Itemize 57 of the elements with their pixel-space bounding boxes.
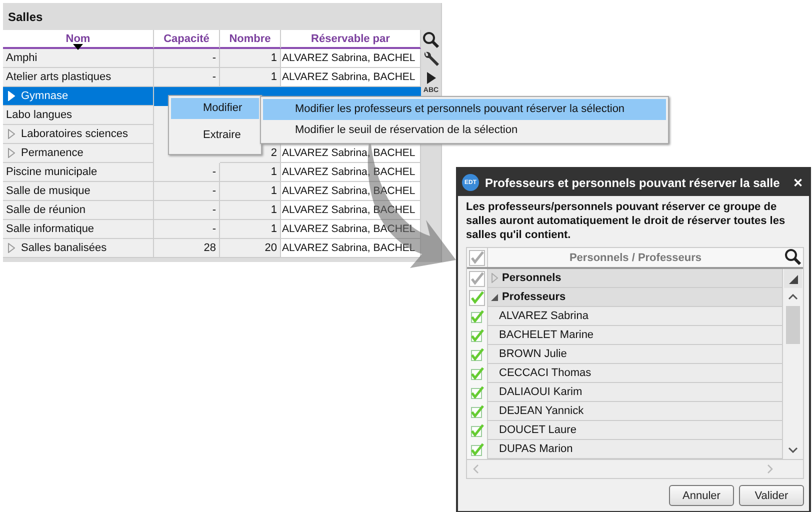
person-cell[interactable]: CECCACI Thomas [488, 364, 782, 383]
panel-title: Salles [8, 10, 43, 24]
menu-item[interactable]: Modifier les professeurs et personnels pouvant réserver la sélection [263, 99, 666, 120]
menu-item[interactable]: Modifier le seuil de réservation de la sélection [263, 120, 666, 141]
person-cell[interactable]: ALVAREZ Sabrina [488, 307, 782, 326]
column-header[interactable]: Nom [3, 30, 154, 49]
room-name-cell[interactable]: Piscine municipale [3, 163, 154, 182]
capacity-cell: 28 [154, 239, 220, 258]
count-cell: 20 [220, 239, 281, 258]
capacity-cell: - [154, 49, 220, 68]
room-name-cell[interactable]: Permanence [3, 144, 154, 163]
capacity-cell: - [154, 201, 220, 220]
column-header[interactable]: Personnels / Professeurs [488, 248, 783, 267]
room-name-cell[interactable]: Salle de réunion [3, 201, 154, 220]
dialog-button[interactable]: Valider [739, 485, 804, 506]
person-cell[interactable]: BACHELET Marine [488, 326, 782, 345]
room-name-cell[interactable]: Atelier arts plastiques [3, 68, 154, 87]
group-row[interactable]: Personnels [488, 269, 782, 288]
person-cell[interactable]: DALIAOUI Karim [488, 383, 782, 402]
room-name-cell[interactable]: Salle informatique [3, 220, 154, 239]
reservable-cell: ALVAREZ Sabrina, BACHEL [281, 144, 421, 163]
column-header[interactable]: Réservable par [281, 30, 421, 49]
menu-item[interactable]: Extraire [171, 125, 259, 146]
room-name-cell[interactable]: Labo langues [3, 106, 154, 125]
person-cell[interactable]: DOUCET Laure [488, 421, 782, 440]
count-cell: 1 [220, 163, 281, 182]
room-name-cell[interactable]: Amphi [3, 49, 154, 68]
room-name-cell[interactable]: Laboratoires sciences [3, 125, 154, 144]
capacity-cell: - [154, 182, 220, 201]
person-cell[interactable]: DEJEAN Yannick [488, 402, 782, 421]
dialog-button[interactable]: Annuler [669, 485, 734, 506]
count-cell: 1 [220, 68, 281, 87]
group-row[interactable]: Professeurs [488, 288, 782, 307]
dialog-title: Professeurs et personnels pouvant réserver la salle [485, 176, 781, 190]
room-name-cell[interactable]: Salles banalisées [3, 239, 154, 258]
person-cell[interactable]: DUPAS Marion [488, 440, 782, 459]
count-cell: 1 [220, 49, 281, 68]
reservable-cell: ALVAREZ Sabrina, BACHEL [281, 68, 421, 87]
column-header[interactable]: Nombre [220, 30, 281, 49]
count-cell: 1 [220, 201, 281, 220]
reservable-cell: ALVAREZ Sabrina, BACHEL [281, 201, 421, 220]
room-name-cell[interactable]: Salle de musique [3, 182, 154, 201]
capacity-cell: - [154, 220, 220, 239]
person-cell[interactable]: BROWN Julie [488, 345, 782, 364]
count-cell: 1 [220, 182, 281, 201]
reservable-cell: ALVAREZ Sabrina, BACHEL [281, 49, 421, 68]
reservable-cell: ALVAREZ Sabrina, BACHEL [281, 239, 421, 258]
room-name-cell[interactable]: Gymnase [3, 87, 154, 106]
description-text: Les professeurs/personnels pouvant réserver ce groupe de salles auront automatiquement le droit de réserver toutes les salles qu'il contient. [465, 200, 786, 243]
reservable-cell: ALVAREZ Sabrina, BACHEL [281, 182, 421, 201]
reservable-cell: ALVAREZ Sabrina, BACHEL [281, 163, 421, 182]
count-cell: 1 [220, 220, 281, 239]
capacity-cell: - [154, 163, 220, 182]
capacity-cell: - [154, 68, 220, 87]
menu-item[interactable]: Modifier [171, 98, 259, 119]
close-button[interactable]: ✕ [793, 176, 803, 190]
column-header[interactable]: Capacité [154, 30, 220, 49]
